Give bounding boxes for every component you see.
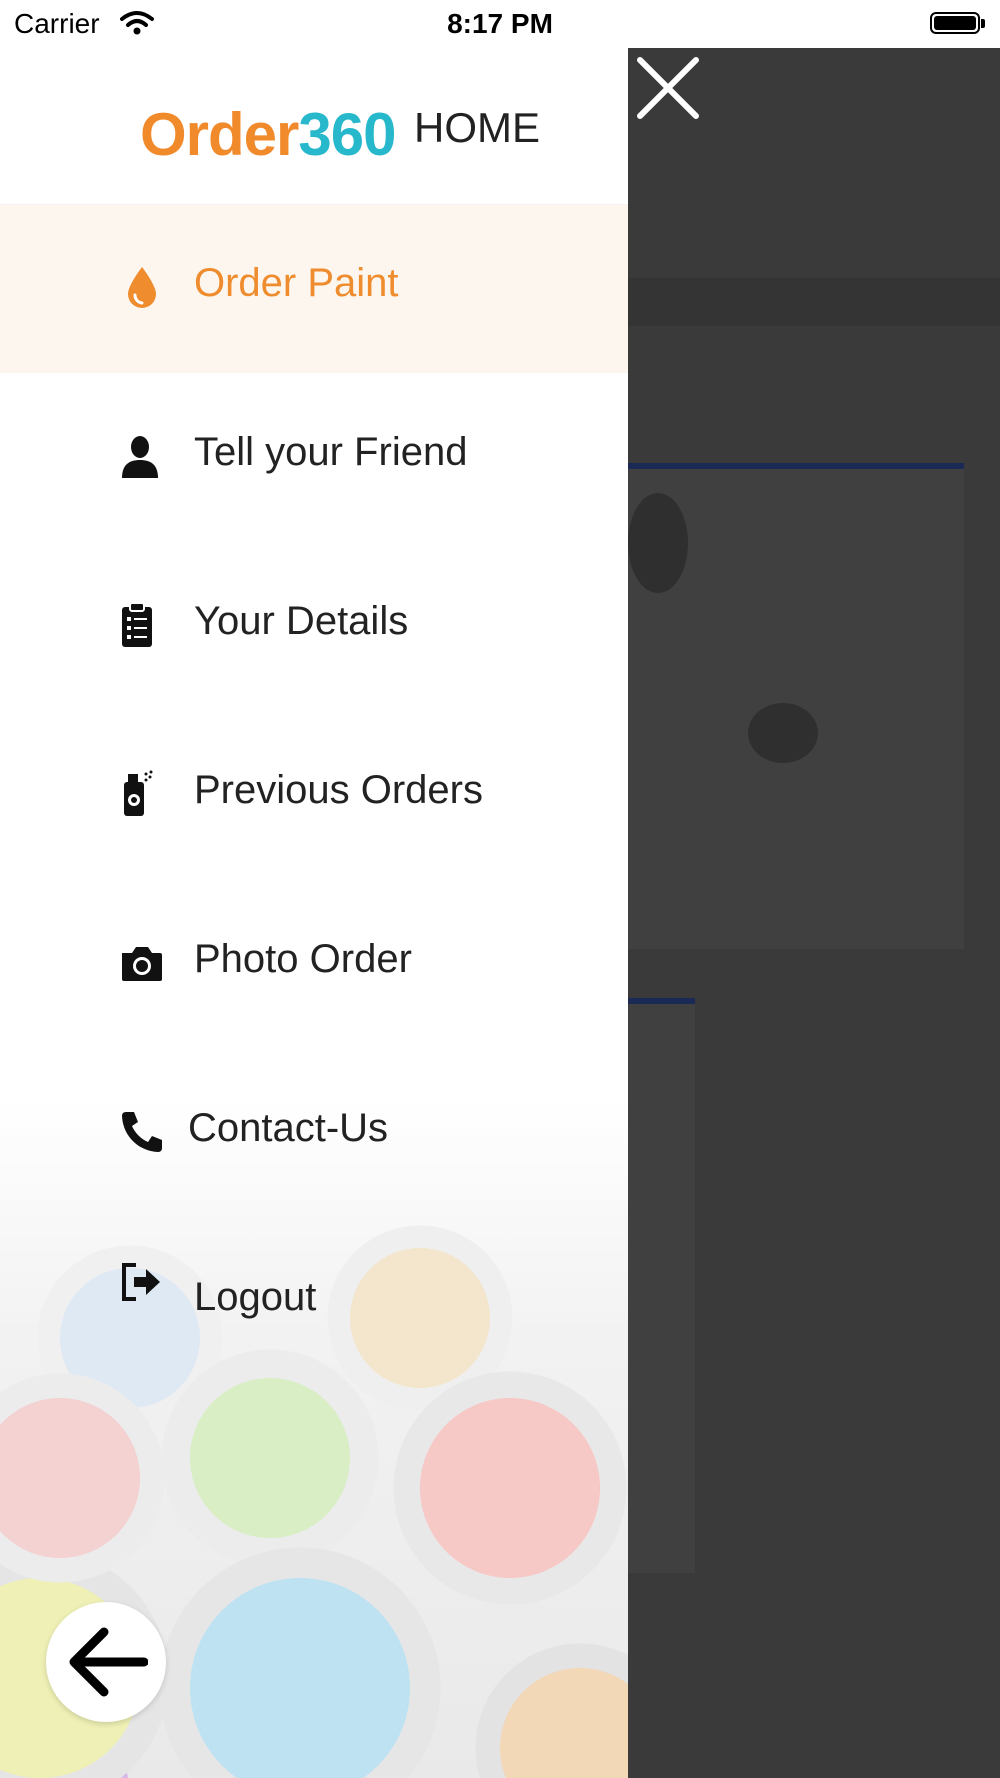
background-card	[628, 463, 964, 949]
camera-icon	[118, 939, 166, 987]
menu-item-label: Logout	[194, 1275, 317, 1319]
menu-item-label: Photo Order	[194, 937, 412, 981]
menu-item-your-details[interactable]: Your Details	[0, 543, 628, 711]
phone-icon	[118, 1108, 166, 1156]
logout-icon	[118, 1259, 166, 1307]
side-drawer: Order360 HOME Order Paint Tell your Frie…	[0, 48, 628, 1778]
menu-item-order-paint[interactable]: Order Paint	[0, 205, 628, 373]
menu-item-label: Contact-Us	[188, 1106, 389, 1150]
menu-item-label: Previous Orders	[194, 768, 483, 812]
clipboard-icon	[118, 601, 166, 649]
close-icon[interactable]	[632, 52, 704, 124]
back-arrow-icon	[69, 1627, 148, 1697]
user-icon	[118, 432, 166, 480]
menu-item-label: Order Paint	[194, 261, 399, 305]
status-bar: Carrier 8:17 PM	[0, 0, 1000, 48]
background-card	[628, 998, 695, 1573]
app-logo: Order360	[140, 101, 397, 168]
battery-icon	[930, 12, 986, 36]
drawer-header: Order360 HOME	[0, 48, 628, 205]
menu-item-tell-friend[interactable]: Tell your Friend	[0, 374, 628, 542]
menu-item-label: Tell your Friend	[194, 430, 468, 474]
back-button[interactable]	[46, 1602, 166, 1722]
paint-drop-icon	[118, 263, 166, 311]
clock: 8:17 PM	[447, 8, 553, 39]
menu-item-photo-order[interactable]: Photo Order	[0, 881, 628, 1049]
spray-can-icon	[118, 770, 166, 818]
menu-item-previous-orders[interactable]: Previous Orders	[0, 712, 628, 880]
home-label: HOME	[414, 104, 540, 151]
menu-item-logout[interactable]: Logout	[0, 1219, 628, 1387]
menu-item-contact-us[interactable]: Contact-Us	[0, 1050, 628, 1218]
menu-item-label: Your Details	[194, 599, 409, 643]
